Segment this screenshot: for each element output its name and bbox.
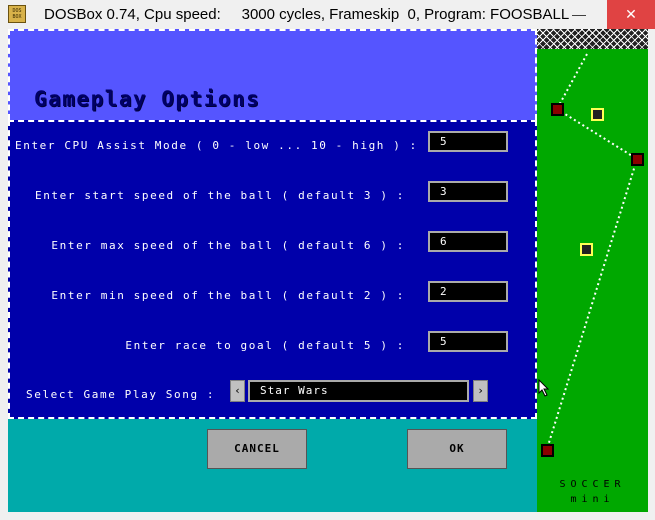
max-speed-label: Enter max speed of the ball ( default 6 … (51, 239, 405, 252)
cpu-assist-label: Enter CPU Assist Mode ( 0 - low ... 10 -… (15, 139, 418, 152)
yellow-player-1 (591, 108, 604, 121)
pass-line-3 (546, 158, 638, 450)
yellow-player-2 (580, 243, 593, 256)
min-speed-label: Enter min speed of the ball ( default 2 … (51, 289, 405, 302)
chevron-left-icon: ‹ (234, 384, 241, 397)
minimize-button[interactable]: — (560, 0, 598, 29)
mouse-pointer-icon (538, 379, 550, 397)
pass-line-1 (556, 53, 588, 110)
start-speed-label: Enter start speed of the ball ( default … (34, 189, 405, 202)
mini-title-line1: SOCCER (559, 479, 626, 490)
mini-title-line2: mini (570, 494, 615, 505)
start-speed-input[interactable]: 3 (428, 181, 508, 202)
red-player-3 (541, 444, 554, 457)
red-player-2 (631, 153, 644, 166)
song-next-button[interactable]: › (473, 380, 488, 402)
dos-screen: Gameplay Options Enter CPU Assist Mode (… (8, 29, 648, 512)
mini-field-graphic (541, 53, 644, 457)
gameplay-options-dialog: Gameplay Options Enter CPU Assist Mode (… (8, 29, 537, 512)
dialog-body: Enter CPU Assist Mode ( 0 - low ... 10 -… (8, 120, 537, 419)
chevron-right-icon: › (477, 384, 484, 397)
red-player-1 (551, 103, 564, 116)
dialog-header: Gameplay Options (8, 29, 537, 120)
song-label: Select Game Play Song : (26, 388, 216, 401)
dosbox-app-icon[interactable]: DOS BOX (8, 5, 26, 23)
close-button[interactable]: ✕ (607, 0, 655, 29)
dialog-footer: CANCEL OK (8, 419, 537, 512)
race-to-goal-label: Enter race to goal ( default 5 ) : (125, 339, 405, 352)
window-titlebar: DOS BOX DOSBox 0.74, Cpu speed: 3000 cycl… (0, 0, 655, 29)
min-speed-input[interactable]: 2 (428, 281, 508, 302)
race-to-goal-input[interactable]: 5 (428, 331, 508, 352)
song-prev-button[interactable]: ‹ (230, 380, 245, 402)
cancel-button[interactable]: CANCEL (207, 429, 307, 469)
mini-soccer-field: SOCCER mini (537, 29, 648, 512)
close-icon: ✕ (625, 6, 637, 22)
window-title: DOSBox 0.74, Cpu speed: 3000 cycles, Fra… (44, 6, 570, 23)
song-select[interactable]: Star Wars (248, 380, 469, 402)
cpu-assist-input[interactable]: 5 (428, 131, 508, 152)
dialog-title: Gameplay Options (34, 87, 261, 111)
ok-button[interactable]: OK (407, 429, 507, 469)
max-speed-input[interactable]: 6 (428, 231, 508, 252)
minimize-icon: — (572, 6, 586, 22)
